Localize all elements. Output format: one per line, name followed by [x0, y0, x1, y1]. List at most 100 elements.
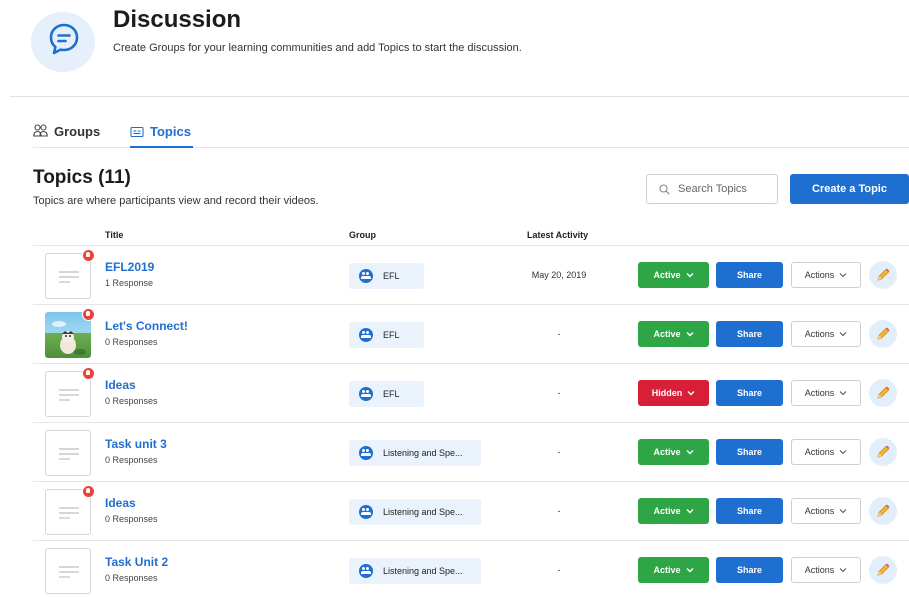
group-icon	[359, 505, 373, 519]
group-chip[interactable]: EFL	[349, 381, 424, 407]
topic-responses: 0 Responses	[105, 455, 158, 465]
actions-dropdown-button[interactable]: Actions	[791, 498, 861, 524]
chevron-down-icon	[839, 568, 847, 573]
document-lines-icon	[59, 448, 79, 460]
group-chip[interactable]: EFL	[349, 322, 424, 348]
status-label: Active	[653, 447, 681, 457]
pencil-icon	[877, 445, 890, 458]
chevron-down-icon	[839, 450, 847, 455]
actions-label: Actions	[804, 388, 835, 398]
pencil-icon	[877, 563, 890, 576]
group-name: Listening and Spe...	[383, 507, 463, 517]
edit-topic-button[interactable]	[869, 438, 897, 466]
actions-dropdown-button[interactable]: Actions	[791, 321, 861, 347]
topic-responses: 0 Responses	[105, 514, 158, 524]
topic-title-link[interactable]: Task unit 3	[105, 437, 167, 451]
table-row: Let's Connect! 0 Responses EFL - Active …	[33, 305, 909, 364]
edit-topic-button[interactable]	[869, 261, 897, 289]
table-row: EFL2019 1 Response EFL May 20, 2019 Acti…	[33, 246, 909, 305]
group-icon	[359, 446, 373, 460]
status-dropdown-button[interactable]: Active	[638, 439, 709, 465]
status-dropdown-button[interactable]: Active	[638, 557, 709, 583]
latest-activity: -	[557, 388, 561, 398]
topic-responses: 0 Responses	[105, 573, 158, 583]
share-button[interactable]: Share	[716, 262, 783, 288]
chevron-down-icon	[839, 332, 847, 337]
topic-title-link[interactable]: Let's Connect!	[105, 319, 188, 333]
record-badge-icon	[82, 485, 95, 498]
table-row: Ideas 0 Responses Listening and Spe... -…	[33, 482, 909, 541]
status-label: Active	[653, 329, 681, 339]
column-header-title: Title	[105, 230, 124, 240]
latest-activity: -	[557, 447, 561, 457]
topic-thumbnail[interactable]	[45, 430, 91, 476]
document-lines-icon	[59, 389, 79, 401]
record-badge-icon	[82, 249, 95, 262]
topics-section-title: Topics (11)	[33, 167, 131, 188]
pencil-icon	[877, 268, 890, 281]
group-icon	[359, 564, 373, 578]
topics-icon	[130, 126, 144, 138]
record-badge-icon	[82, 308, 95, 321]
topic-title-link[interactable]: Ideas	[105, 378, 136, 392]
share-button[interactable]: Share	[716, 557, 783, 583]
chevron-down-icon	[686, 568, 693, 573]
status-dropdown-button[interactable]: Active	[638, 262, 709, 288]
latest-activity: May 20, 2019	[531, 270, 587, 280]
share-button[interactable]: Share	[716, 498, 783, 524]
status-dropdown-button[interactable]: Hidden	[638, 380, 709, 406]
actions-dropdown-button[interactable]: Actions	[791, 557, 861, 583]
latest-activity: -	[557, 329, 561, 339]
chevron-down-icon	[839, 391, 847, 396]
tab-groups[interactable]: Groups	[33, 124, 100, 147]
chevron-down-icon	[686, 273, 693, 278]
share-button[interactable]: Share	[716, 380, 783, 406]
edit-topic-button[interactable]	[869, 556, 897, 584]
column-header-latest-activity: Latest Activity	[527, 230, 589, 240]
record-badge-icon	[82, 367, 95, 380]
table-row: Ideas 0 Responses EFL - Hidden Share Act…	[33, 364, 909, 423]
search-topics-input[interactable]	[678, 183, 768, 195]
topic-responses: 1 Response	[105, 278, 154, 288]
group-chip[interactable]: EFL	[349, 263, 424, 289]
create-topic-button[interactable]: Create a Topic	[790, 174, 909, 204]
latest-activity: -	[557, 506, 561, 516]
actions-label: Actions	[804, 329, 835, 339]
pencil-icon	[877, 504, 890, 517]
edit-topic-button[interactable]	[869, 497, 897, 525]
column-header-group: Group	[349, 230, 376, 240]
group-chip[interactable]: Listening and Spe...	[349, 440, 481, 466]
topic-title-link[interactable]: Ideas	[105, 496, 136, 510]
status-dropdown-button[interactable]: Active	[638, 321, 709, 347]
document-lines-icon	[59, 271, 79, 283]
topic-title-link[interactable]: EFL2019	[105, 260, 154, 274]
chevron-down-icon	[686, 332, 693, 337]
status-dropdown-button[interactable]: Active	[638, 498, 709, 524]
topic-thumbnail[interactable]	[45, 548, 91, 594]
edit-topic-button[interactable]	[869, 320, 897, 348]
edit-topic-button[interactable]	[869, 379, 897, 407]
topic-title-link[interactable]: Task Unit 2	[105, 555, 168, 569]
tab-topics-label: Topics	[150, 124, 191, 139]
group-name: EFL	[383, 330, 400, 340]
tab-topics[interactable]: Topics	[130, 124, 193, 148]
search-topics-field[interactable]	[646, 174, 778, 204]
group-chip[interactable]: Listening and Spe...	[349, 558, 481, 584]
share-button[interactable]: Share	[716, 321, 783, 347]
document-lines-icon	[59, 507, 79, 519]
group-name: EFL	[383, 271, 400, 281]
share-button[interactable]: Share	[716, 439, 783, 465]
group-icon	[359, 328, 373, 342]
table-row: Task Unit 2 0 Responses Listening and Sp…	[33, 541, 909, 598]
group-chip[interactable]: Listening and Spe...	[349, 499, 481, 525]
page-subtitle: Create Groups for your learning communit…	[113, 42, 522, 54]
status-label: Active	[653, 565, 681, 575]
actions-dropdown-button[interactable]: Actions	[791, 262, 861, 288]
pencil-icon	[877, 386, 890, 399]
group-name: Listening and Spe...	[383, 448, 463, 458]
actions-dropdown-button[interactable]: Actions	[791, 380, 861, 406]
chevron-down-icon	[839, 273, 847, 278]
group-name: Listening and Spe...	[383, 566, 463, 576]
actions-dropdown-button[interactable]: Actions	[791, 439, 861, 465]
chat-bubble-icon	[49, 23, 79, 55]
